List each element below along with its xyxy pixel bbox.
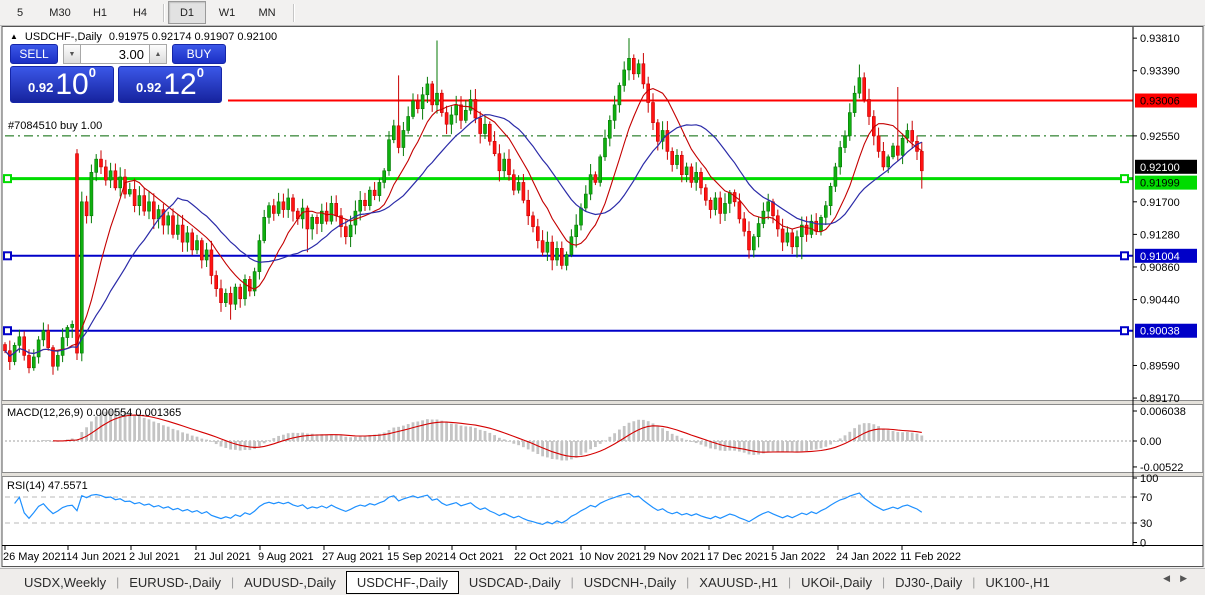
- tab-scroll-left-icon[interactable]: ◀: [1163, 573, 1170, 584]
- svg-text:0: 0: [1140, 538, 1146, 550]
- svg-text:22 Oct 2021: 22 Oct 2021: [514, 551, 574, 563]
- tab-dj30-daily[interactable]: DJ30-,Daily: [885, 572, 972, 593]
- svg-text:0.006038: 0.006038: [1140, 406, 1186, 418]
- svg-text:0.91004: 0.91004: [1140, 251, 1180, 263]
- svg-text:0.89590: 0.89590: [1140, 360, 1180, 372]
- svg-text:100: 100: [1140, 473, 1158, 485]
- rsi-indicator-label: RSI(14) 47.5571: [7, 480, 88, 492]
- svg-text:0.93810: 0.93810: [1140, 33, 1180, 45]
- svg-text:0.91280: 0.91280: [1140, 229, 1180, 241]
- svg-text:0.92550: 0.92550: [1140, 131, 1180, 143]
- tab-xauusd-h1[interactable]: XAUUSD-,H1: [689, 572, 788, 593]
- open-position-label: #7084510 buy 1.00: [8, 120, 103, 132]
- tab-uk100-h1[interactable]: UK100-,H1: [975, 572, 1059, 593]
- svg-text:0.92100: 0.92100: [1140, 162, 1180, 174]
- sell-price-quote[interactable]: 0.92 10 0: [10, 65, 114, 103]
- svg-text:10 Nov 2021: 10 Nov 2021: [579, 551, 641, 563]
- tab-scroll-right-icon[interactable]: ▶: [1180, 573, 1187, 584]
- tab-usdx-weekly[interactable]: USDX,Weekly: [14, 572, 116, 593]
- svg-text:0.93006: 0.93006: [1140, 96, 1180, 108]
- svg-text:26 May 2021: 26 May 2021: [3, 551, 67, 563]
- svg-text:0.00: 0.00: [1140, 436, 1161, 448]
- svg-text:0.89170: 0.89170: [1140, 393, 1180, 405]
- volume-stepper: ▼ 3.00 ▲: [63, 44, 167, 64]
- chart-tab-bar: USDX,Weekly | EURUSD-,Daily | AUDUSD-,Daily U…: [0, 568, 1205, 595]
- svg-text:0.90860: 0.90860: [1140, 262, 1180, 274]
- tab-usdchf-daily[interactable]: USDCHF-,Daily: [345, 570, 459, 594]
- svg-text:29 Nov 2021: 29 Nov 2021: [643, 551, 705, 563]
- svg-text:2 Jul 2021: 2 Jul 2021: [129, 551, 180, 563]
- svg-text:0.90038: 0.90038: [1140, 326, 1180, 338]
- svg-text:9 Aug 2021: 9 Aug 2021: [258, 551, 314, 563]
- svg-text:0.91700: 0.91700: [1140, 197, 1180, 209]
- svg-text:4 Oct 2021: 4 Oct 2021: [450, 551, 504, 563]
- svg-text:5 Jan 2022: 5 Jan 2022: [771, 551, 825, 563]
- tab-scroll-arrows: ◀ ▶: [1163, 573, 1187, 584]
- one-click-trading-panel: SELL ▼ 3.00 ▲ BUY 0.92 10 0 0.92 12 0: [10, 44, 226, 103]
- svg-text:15 Sep 2021: 15 Sep 2021: [387, 551, 449, 563]
- svg-text:30: 30: [1140, 518, 1152, 530]
- svg-text:14 Jun 2021: 14 Jun 2021: [66, 551, 127, 563]
- svg-text:27 Aug 2021: 27 Aug 2021: [322, 551, 384, 563]
- sell-button[interactable]: SELL: [10, 44, 58, 64]
- volume-decrease-icon[interactable]: ▼: [63, 44, 81, 64]
- svg-text:21 Jul 2021: 21 Jul 2021: [194, 551, 251, 563]
- svg-text:0.93390: 0.93390: [1140, 66, 1180, 78]
- volume-increase-icon[interactable]: ▲: [149, 44, 167, 64]
- tab-usdcnh-daily[interactable]: USDCNH-,Daily: [574, 572, 686, 593]
- buy-price-quote[interactable]: 0.92 12 0: [118, 65, 222, 103]
- svg-text:0.90440: 0.90440: [1140, 295, 1180, 307]
- svg-text:24 Jan 2022: 24 Jan 2022: [836, 551, 897, 563]
- collapse-icon[interactable]: ▲: [10, 32, 18, 41]
- ohlc-values: 0.91975 0.92174 0.91907 0.92100: [108, 31, 278, 43]
- chart-title: ▲ USDCHF-,Daily 0.91975 0.92174 0.91907 …: [10, 31, 277, 43]
- svg-text:17 Dec 2021: 17 Dec 2021: [707, 551, 769, 563]
- tab-eurusd-daily[interactable]: EURUSD-,Daily: [119, 572, 231, 593]
- macd-indicator-label: MACD(12,26,9) 0.000554 0.001365: [7, 407, 182, 419]
- tab-usdcad-daily[interactable]: USDCAD-,Daily: [459, 572, 571, 593]
- svg-text:11 Feb 2022: 11 Feb 2022: [900, 551, 961, 563]
- tab-audusd-daily[interactable]: AUDUSD-,Daily: [234, 572, 346, 593]
- mt4-window: 5 M30 H1 H4 D1 W1 MN 0.93810 0.93390 0.92550 0.91…: [0, 0, 1205, 595]
- svg-text:70: 70: [1140, 492, 1152, 504]
- symbol-name: USDCHF-,Daily: [24, 31, 102, 43]
- svg-text:0.91999: 0.91999: [1140, 178, 1180, 190]
- tab-ukoil-daily[interactable]: UKOil-,Daily: [791, 572, 882, 593]
